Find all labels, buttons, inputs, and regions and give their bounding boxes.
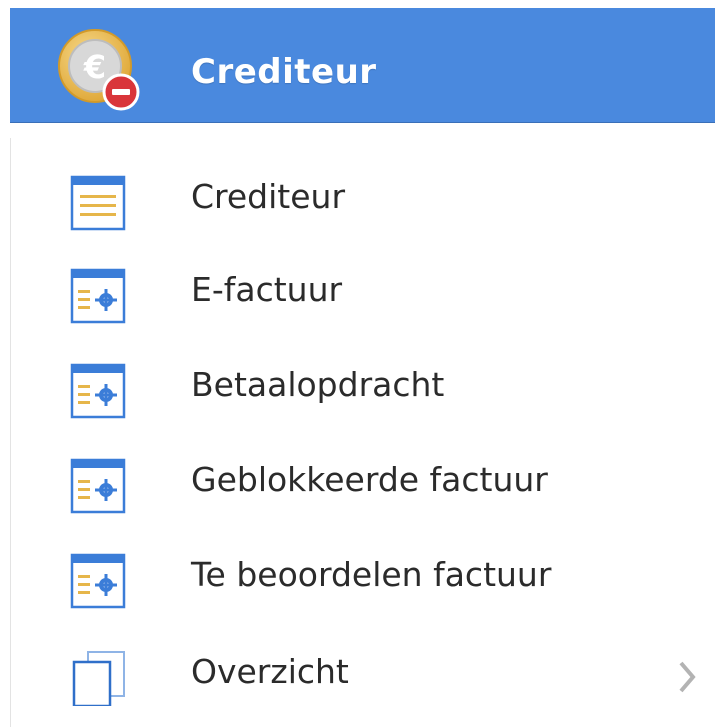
menu-item-crediteur[interactable]: Crediteur: [10, 155, 715, 245]
module-title: Crediteur: [191, 52, 377, 92]
settings-document-icon: [70, 553, 126, 609]
menu-item-label: Te beoordelen factuur: [191, 555, 552, 594]
settings-document-icon: [70, 268, 126, 324]
menu-item-label: E-factuur: [191, 270, 343, 309]
svg-text:€: €: [83, 48, 106, 86]
settings-document-icon: [70, 458, 126, 514]
euro-coin-minus-icon: €: [58, 29, 140, 111]
list-document-icon: [70, 175, 126, 231]
menu-item-betaalopdracht[interactable]: Betaalopdracht: [10, 343, 715, 433]
menu-item-geblokkeerde-factuur[interactable]: Geblokkeerde factuur: [10, 438, 715, 528]
copy-pages-icon: [72, 651, 125, 706]
chevron-right-icon[interactable]: [677, 660, 697, 694]
menu-item-overzicht[interactable]: Overzicht: [10, 630, 715, 720]
menu-item-label: Overzicht: [191, 652, 349, 691]
menu-item-label: Betaalopdracht: [191, 365, 445, 404]
settings-document-icon: [70, 363, 126, 419]
menu-item-e-factuur[interactable]: E-factuur: [10, 248, 715, 338]
menu-item-te-beoordelen-factuur[interactable]: Te beoordelen factuur: [10, 533, 715, 623]
menu-item-label: Geblokkeerde factuur: [191, 460, 548, 499]
module-header[interactable]: € Crediteur: [10, 8, 715, 122]
menu-item-label: Crediteur: [191, 177, 346, 216]
